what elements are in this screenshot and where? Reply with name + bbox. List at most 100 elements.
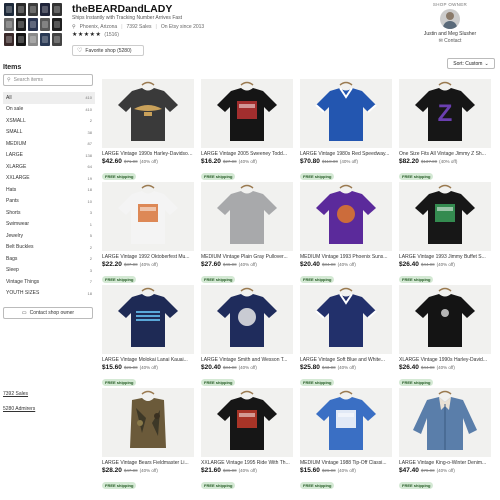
shop-name[interactable]: theBEARDandLADY xyxy=(72,3,172,15)
owner-contact-link[interactable]: ✉ Contact xyxy=(410,38,490,44)
sidebar-category-on-sale[interactable]: On sale 410 xyxy=(3,104,95,116)
listing-card[interactable]: LARGE Vintage 2005 Sweeney Todd... $16.2… xyxy=(201,79,293,182)
sidebar-category-pants[interactable]: Pants 10 xyxy=(3,196,95,208)
banner-shirt-thumbnail[interactable] xyxy=(40,33,50,46)
sort-dropdown[interactable]: Sort: Custom ⌄ xyxy=(447,58,495,69)
listing-card[interactable]: LARGE Vintage Bears Fieldmaster Li... $2… xyxy=(102,388,194,491)
listing-title[interactable]: MEDIUM Vintage 1988 Tip-Off Classi... xyxy=(300,460,392,466)
contact-shop-owner-button[interactable]: ▭ Contact shop owner xyxy=(3,307,93,319)
sidebar-category-swimwear[interactable]: Swimwear 1 xyxy=(3,219,95,231)
listing-card[interactable]: LARGE Vintage King-o-Winter Denim... $47… xyxy=(399,388,491,491)
banner-shirt-thumbnail[interactable] xyxy=(40,18,50,31)
listing-card[interactable]: LARGE Vintage Molokai Lanai Kauai... $15… xyxy=(102,285,194,388)
listing-title[interactable]: LARGE Vintage 1980s Red Speedway... xyxy=(300,151,392,157)
listing-image[interactable] xyxy=(201,79,293,148)
sidebar-category-small[interactable]: SMALL 38 xyxy=(3,127,95,139)
sales-link[interactable]: 7392 Sales xyxy=(3,391,28,397)
banner-shirt-thumbnail[interactable] xyxy=(16,33,26,46)
listing-title[interactable]: LARGE Vintage Molokai Lanai Kauai... xyxy=(102,357,194,363)
banner-shirt-thumbnail[interactable] xyxy=(40,3,50,16)
listing-card[interactable]: LARGE Vintage Smith and Wesson T... $20.… xyxy=(201,285,293,388)
listing-image[interactable] xyxy=(300,182,392,251)
listing-price-row: $15.60 $26.00 (40% off) xyxy=(300,467,392,474)
listing-title[interactable]: LARGE Vintage Bears Fieldmaster Li... xyxy=(102,460,194,466)
shop-sales[interactable]: 7392 Sales xyxy=(127,24,152,30)
sidebar-category-shorts[interactable]: Shorts 3 xyxy=(3,207,95,219)
banner-shirt-thumbnail[interactable] xyxy=(28,18,38,31)
shop-rating[interactable]: ★★★★★ (1516) xyxy=(72,31,119,38)
listing-card[interactable]: LARGE Vintage Soft Blue and White... $25… xyxy=(300,285,392,388)
sidebar-category-all[interactable]: All 410 xyxy=(3,92,95,104)
listing-image[interactable] xyxy=(102,388,194,457)
listing-title[interactable]: MEDIUM Vintage Plain Gray Pullover... xyxy=(201,254,293,260)
listing-title[interactable]: LARGE Vintage Smith and Wesson T... xyxy=(201,357,293,363)
listing-image[interactable] xyxy=(399,285,491,354)
listing-image[interactable] xyxy=(102,285,194,354)
listing-image[interactable] xyxy=(300,285,392,354)
banner-shirt-thumbnail[interactable] xyxy=(52,18,62,31)
meta-separator: | xyxy=(155,24,157,30)
sidebar-category-jewelry[interactable]: Jewelry 5 xyxy=(3,230,95,242)
listing-card[interactable]: MEDIUM Vintage 1988 Tip-Off Classi... $1… xyxy=(300,388,392,491)
listing-price: $26.40 xyxy=(399,261,419,268)
banner-shirt-thumbnail[interactable] xyxy=(28,3,38,16)
listing-card[interactable]: Z One Size Fits All Vintage Jimmy Z Sh..… xyxy=(399,79,491,182)
banner-shirt-thumbnail[interactable] xyxy=(16,3,26,16)
listing-image[interactable] xyxy=(399,182,491,251)
listing-image[interactable] xyxy=(399,388,491,457)
banner-shirt-thumbnail[interactable] xyxy=(52,33,62,46)
listing-title[interactable]: MEDIUM Vintage 1993 Phoenix Suns... xyxy=(300,254,392,260)
listing-image[interactable] xyxy=(300,79,392,148)
sidebar-category-large[interactable]: LARGE 138 xyxy=(3,150,95,162)
listing-card[interactable]: MEDIUM Vintage 1993 Phoenix Suns... $20.… xyxy=(300,182,392,285)
avatar[interactable] xyxy=(440,9,460,29)
banner-shirt-thumbnail[interactable] xyxy=(52,3,62,16)
banner-shirt-thumbnail[interactable] xyxy=(4,3,14,16)
sidebar-category-bags[interactable]: Bags 2 xyxy=(3,253,95,265)
listing-title[interactable]: LARGE Vintage Soft Blue and White... xyxy=(300,357,392,363)
listing-image[interactable]: Z xyxy=(399,79,491,148)
listing-card[interactable]: LARGE Vintage 1980s Red Speedway... $70.… xyxy=(300,79,392,182)
listing-image[interactable] xyxy=(201,285,293,354)
listing-title[interactable]: LARGE Vintage 1993 Jimmy Buffet S... xyxy=(399,254,491,260)
sidebar-category-sleep[interactable]: Sleep 3 xyxy=(3,265,95,277)
listing-card[interactable]: XLARGE Vintage 1990s Harley-David... $26… xyxy=(399,285,491,388)
sidebar-category-hats[interactable]: Hats 18 xyxy=(3,184,95,196)
listing-title[interactable]: LARGE Vintage 1990s Harley-Davidson... xyxy=(102,151,194,157)
listing-card[interactable]: MEDIUM Vintage Plain Gray Pullover... $2… xyxy=(201,182,293,285)
listing-title[interactable]: One Size Fits All Vintage Jimmy Z Sh... xyxy=(399,151,491,157)
sidebar-category-xxlarge[interactable]: XXLARGE 19 xyxy=(3,173,95,185)
sidebar-category-xlarge[interactable]: XLARGE 64 xyxy=(3,161,95,173)
sidebar-category-belt-buckles[interactable]: Belt Buckles 2 xyxy=(3,242,95,254)
sidebar-category-medium[interactable]: MEDIUM 87 xyxy=(3,138,95,150)
listing-title[interactable]: LARGE Vintage 2005 Sweeney Todd... xyxy=(201,151,293,157)
listing-image[interactable] xyxy=(102,79,194,148)
sidebar-category-xsmall[interactable]: XSMALL 2 xyxy=(3,115,95,127)
listing-image[interactable] xyxy=(300,388,392,457)
listing-card[interactable]: XXLARGE Vintage 1995 Ride With Th... $21… xyxy=(201,388,293,491)
listing-image[interactable] xyxy=(201,182,293,251)
banner-shirt-thumbnail[interactable] xyxy=(4,33,14,46)
sidebar-category-youth-sizes[interactable]: YOUTH SIZES 18 xyxy=(3,288,95,300)
category-label: Swimwear xyxy=(6,221,30,228)
listing-title[interactable]: XLARGE Vintage 1990s Harley-David... xyxy=(399,357,491,363)
listing-title[interactable]: LARGE Vintage 1992 Oktoberfest Mu... xyxy=(102,254,194,260)
search-items-input[interactable]: ⚲ Search items xyxy=(3,74,93,86)
listing-image[interactable] xyxy=(201,388,293,457)
owner-name[interactable]: Justin and Meg Slusher xyxy=(410,31,490,37)
favorite-shop-button[interactable]: ♡ Favorite shop (5280) xyxy=(72,45,144,56)
banner-shirt-thumbnail[interactable] xyxy=(4,18,14,31)
listing-card[interactable]: LARGE Vintage 1990s Harley-Davidson... $… xyxy=(102,79,194,182)
listing-price: $22.20 xyxy=(102,261,122,268)
listing-title[interactable]: XXLARGE Vintage 1995 Ride With Th... xyxy=(201,460,293,466)
admirers-link[interactable]: 5280 Admirers xyxy=(3,406,35,412)
sidebar-category-vintage-things[interactable]: Vintage Things 7 xyxy=(3,276,95,288)
banner-shirt-thumbnail[interactable] xyxy=(16,18,26,31)
shop-banner-mosaic[interactable] xyxy=(4,3,64,48)
listing-card[interactable]: LARGE Vintage 1992 Oktoberfest Mu... $22… xyxy=(102,182,194,285)
banner-shirt-thumbnail[interactable] xyxy=(28,33,38,46)
listing-card[interactable]: LARGE Vintage 1993 Jimmy Buffet S... $26… xyxy=(399,182,491,285)
listing-title[interactable]: LARGE Vintage King-o-Winter Denim... xyxy=(399,460,491,466)
category-count: 410 xyxy=(85,95,92,101)
listing-image[interactable] xyxy=(102,182,194,251)
